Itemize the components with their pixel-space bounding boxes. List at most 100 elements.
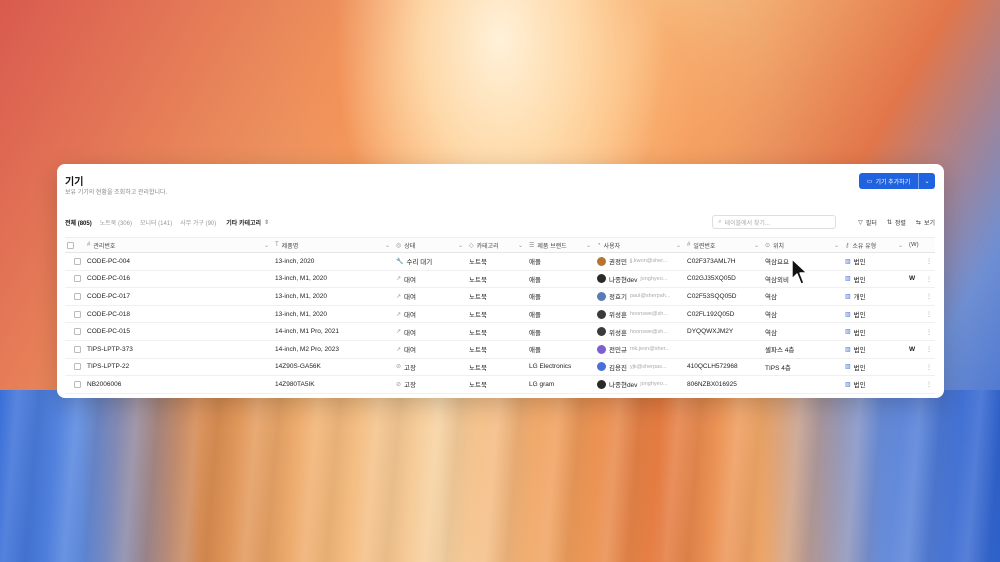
cell-location[interactable]: 역삼 [763, 291, 843, 301]
column-header-extra[interactable]: (W) [907, 242, 921, 248]
cell-state[interactable]: ↗ 대여 [394, 344, 467, 355]
cell-state[interactable]: ↗ 대여 [394, 274, 467, 284]
cell-ownership[interactable]: ▥ 법인 [843, 274, 907, 284]
cell-brand[interactable]: 애플 [527, 344, 595, 354]
cell-ownership[interactable]: ▥ 법인 [843, 327, 907, 337]
cell-ownership[interactable]: ▥ 법인 [843, 344, 907, 355]
cell-id[interactable]: CODE-PC-017 [87, 293, 273, 300]
cell-id[interactable]: NB2006006 [87, 381, 273, 388]
column-header-id[interactable]: # 관리번호 ⌄ [87, 241, 273, 250]
cell-serial[interactable]: C02FL192Q05D [685, 311, 763, 318]
cell-serial[interactable]: DYQQWXJM2Y [685, 328, 763, 335]
cell-brand[interactable]: 애플 [527, 327, 595, 337]
cell-ownership[interactable]: ▥ 법인 [843, 362, 907, 372]
cell-brand[interactable]: LG gram [527, 381, 595, 388]
cell-brand[interactable]: 애플 [527, 274, 595, 284]
tab-office-furniture[interactable]: 사무 가구 (90) [180, 218, 216, 227]
row-checkbox[interactable] [65, 345, 87, 353]
more-icon[interactable]: ⋮ [921, 310, 935, 318]
column-header-category[interactable]: ◇ 카테고리 ⌄ [467, 241, 527, 250]
cell-category[interactable]: 노트북 [467, 379, 527, 389]
more-icon[interactable]: ⋮ [921, 257, 935, 265]
cell-user[interactable]: 위성훈 hoonswe@sh... [595, 309, 685, 319]
row-checkbox[interactable] [65, 257, 87, 265]
table-row[interactable]: CODE-PC-018 13-inch, M1, 2020 ↗ 대여 노트북 애플… [65, 306, 935, 324]
row-checkbox[interactable] [65, 310, 87, 318]
cell-model[interactable]: 14-inch, M1 Pro, 2021 [273, 328, 394, 335]
cell-model[interactable]: 14Z980TA5IK [273, 381, 394, 388]
cell-user[interactable]: 정효기 paul@sherpah... [595, 291, 685, 301]
cell-user[interactable]: 위성훈 hoonswe@sh... [595, 327, 685, 337]
view-button[interactable]: ⇆ 보기 [916, 218, 935, 227]
tab-all[interactable]: 전체 (805) [65, 218, 92, 227]
table-row[interactable]: NB2006006 14Z980TA5IK ⊘ 고장 노트북 LG gram 나종… [65, 376, 935, 394]
cell-category[interactable]: 노트북 [467, 291, 527, 301]
other-category-button[interactable]: 기타 카테고리 ⇕ [226, 218, 269, 227]
table-row[interactable]: CODE-PC-017 13-inch, M1, 2020 ↗ 대여 노트북 애플… [65, 288, 935, 306]
select-all-checkbox[interactable] [65, 241, 87, 249]
cell-serial[interactable]: C02GJ35XQ05D [685, 275, 763, 282]
cell-id[interactable]: CODE-PC-015 [87, 328, 273, 335]
cell-id[interactable]: TIPS-LPTP-373 [87, 346, 273, 353]
table-row[interactable]: TIPS-LPTP-373 14-inch, M2 Pro, 2023 ↗ 대여 … [65, 341, 935, 359]
cell-serial[interactable]: 806NZBX016925 [685, 381, 763, 388]
cell-id[interactable]: CODE-PC-018 [87, 311, 273, 318]
cell-user[interactable]: 권정민 jj.kwon@sher... [595, 256, 685, 266]
sort-button[interactable]: ⇅ 정렬 [887, 218, 906, 227]
cell-category[interactable]: 노트북 [467, 344, 527, 354]
row-checkbox[interactable] [65, 275, 87, 283]
cell-ownership[interactable]: ▥ 개인 [843, 291, 907, 302]
cell-location[interactable]: TIPS 4층 [763, 362, 843, 372]
cell-model[interactable]: 14-inch, M2 Pro, 2023 [273, 346, 394, 353]
table-row[interactable]: TIPS-LPTP-22 14Z90S-GA56K ⊘ 고장 노트북 LG Ele… [65, 359, 935, 377]
cell-category[interactable]: 노트북 [467, 274, 527, 284]
cell-model[interactable]: 13-inch, M1, 2020 [273, 293, 394, 300]
cell-user[interactable]: 나종현dev jonghyeo... [595, 274, 685, 284]
column-header-serial[interactable]: # 일련번호 ⌄ [685, 241, 763, 250]
cell-model[interactable]: 14Z90S-GA56K [273, 363, 394, 370]
more-icon[interactable]: ⋮ [921, 328, 935, 336]
more-icon[interactable]: ⋮ [921, 292, 935, 300]
cell-state[interactable]: 🔧 수리 대기 [394, 256, 467, 267]
more-icon[interactable]: ⋮ [921, 345, 935, 353]
table-row[interactable]: CODE-PC-015 14-inch, M1 Pro, 2021 ↗ 대여 노트… [65, 323, 935, 341]
column-header-user[interactable]: ◔ 사용자 ⌄ [595, 241, 685, 250]
row-checkbox[interactable] [65, 328, 87, 336]
cell-user[interactable]: 나종현dev jonghyeo... [595, 379, 685, 389]
cell-state[interactable]: ⊘ 고장 [394, 379, 467, 390]
cell-id[interactable]: CODE-PC-016 [87, 275, 273, 282]
cell-ownership[interactable]: ▥ 법인 [843, 256, 907, 267]
more-icon[interactable]: ⋮ [921, 275, 935, 283]
more-icon[interactable]: ⋮ [921, 380, 935, 388]
cell-state[interactable]: ↗ 대여 [394, 291, 467, 302]
cell-category[interactable]: 노트북 [467, 362, 527, 372]
cell-brand[interactable]: 애플 [527, 256, 595, 266]
cell-serial[interactable]: 410QCLH572968 [685, 363, 763, 370]
column-header-location[interactable]: ⊙ 위치 ⌄ [763, 241, 843, 250]
column-header-model[interactable]: T 제품명 ⌄ [273, 241, 394, 250]
cell-category[interactable]: 노트북 [467, 256, 527, 266]
chevron-down-icon[interactable]: ⌄ [919, 178, 935, 185]
more-icon[interactable]: ⋮ [921, 363, 935, 371]
cell-ownership[interactable]: ▥ 법인 [843, 379, 907, 390]
row-checkbox[interactable] [65, 363, 87, 371]
cell-state[interactable]: ↗ 대여 [394, 309, 467, 320]
column-header-ownership[interactable]: ⚷ 소유 유형 ⌄ [843, 241, 907, 250]
cell-brand[interactable]: 애플 [527, 291, 595, 301]
cell-category[interactable]: 노트북 [467, 309, 527, 319]
cell-location[interactable]: 역삼 [763, 327, 843, 337]
cell-ownership[interactable]: ▥ 법인 [843, 309, 907, 320]
cell-model[interactable]: 13-inch, 2020 [273, 258, 394, 265]
cell-serial[interactable]: C02F53SQQ05D [685, 293, 763, 300]
tab-monitor[interactable]: 모니터 (141) [140, 218, 172, 227]
cell-brand[interactable]: LG Electronics [527, 363, 595, 370]
row-checkbox[interactable] [65, 292, 87, 300]
cell-location[interactable]: 셀파스 4층 [763, 344, 843, 354]
search-input[interactable]: ⌕ 테이블에서 찾기... [712, 215, 837, 229]
cell-brand[interactable]: 애플 [527, 309, 595, 319]
cell-id[interactable]: CODE-PC-004 [87, 258, 273, 265]
row-checkbox[interactable] [65, 380, 87, 388]
column-header-brand[interactable]: ☰ 제품 브랜드 ⌄ [527, 241, 595, 250]
cell-category[interactable]: 노트북 [467, 327, 527, 337]
add-device-button[interactable]: ▭ 기기 추가하기 ⌄ [859, 173, 935, 189]
